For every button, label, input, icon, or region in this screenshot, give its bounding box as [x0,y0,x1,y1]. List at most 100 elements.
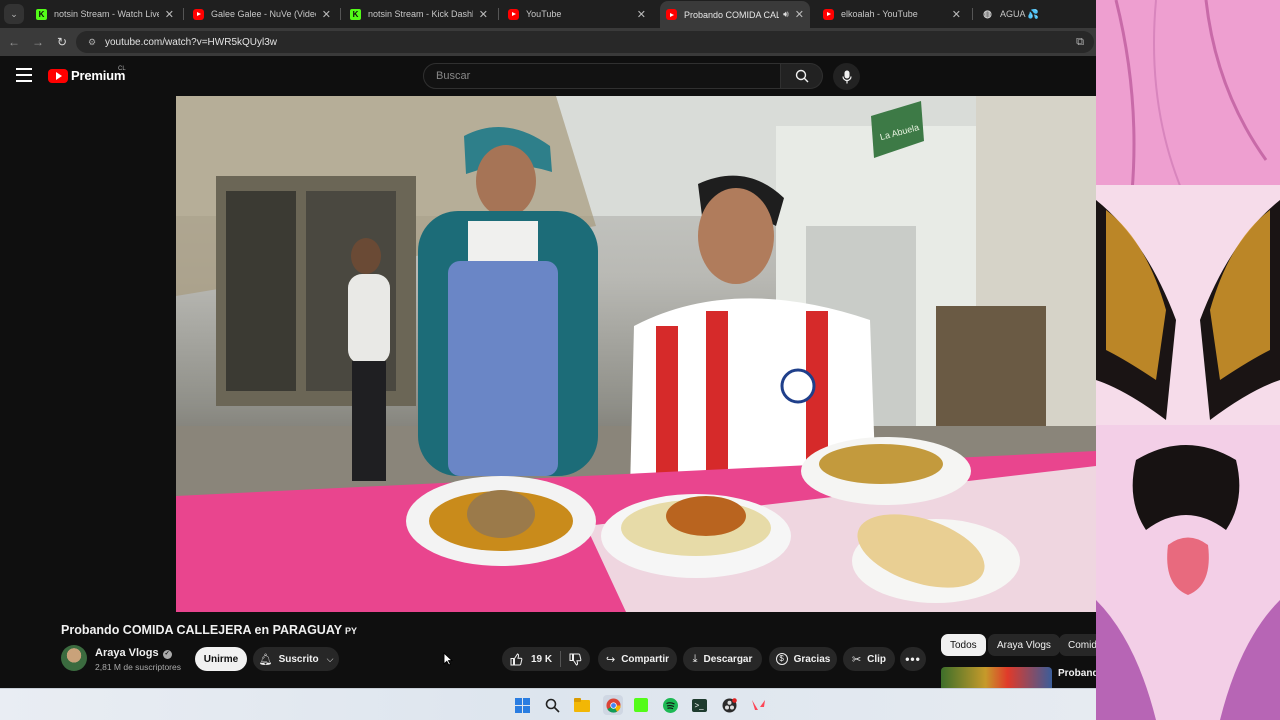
forward-arrow-icon[interactable]: → [30,34,46,50]
scissors-icon: ✂ [851,653,862,666]
subscribed-label: Suscrito [278,653,319,665]
search-placeholder: Buscar [436,70,471,82]
like-dislike-group: 19 K [502,647,590,671]
youtube-icon [193,8,204,20]
channel-avatar[interactable] [61,645,87,671]
chevron-down-icon: ⌵ [326,653,334,664]
anime-character-illustration [1096,0,1280,720]
browser-tab-title: YouTube [526,9,562,19]
share-button[interactable]: ↪ Compartir [598,647,677,671]
search-button[interactable] [781,63,823,89]
country-code: CL [118,66,126,72]
channel-name-text: Araya Vlogs [95,647,159,659]
filter-chip[interactable]: Todos [941,634,986,656]
like-count: 19 K [530,653,553,665]
browser-tab[interactable]: Galee Galee - NuVe (Video Oficial) ✕ [187,0,337,28]
tab-separator [498,8,499,20]
tab-close-icon[interactable]: ✕ [322,8,331,21]
reload-icon[interactable]: ↻ [54,34,70,50]
recommended-video-title[interactable]: Probando más BAR [1058,668,1096,680]
windows-taskbar: >_ [0,688,1096,720]
browser-tab-title: notsin Stream - Watch Live on Kick [54,9,159,19]
more-actions-button[interactable]: ••• [900,647,926,671]
video-player[interactable]: La Abuela [176,96,1096,612]
youtube-icon [823,8,834,20]
voice-search-button[interactable] [833,63,860,90]
search-icon [795,69,808,83]
thanks-button[interactable]: $ Gracias [769,647,837,671]
tab-close-icon[interactable]: ✕ [165,8,174,21]
obs-icon[interactable] [721,697,737,713]
globe-icon: ◍ [983,8,992,20]
kick-app-icon[interactable] [633,697,649,713]
browser-tab-title: elkoalah - YouTube [841,9,918,19]
filter-chip[interactable]: Araya Vlogs [988,634,1060,656]
search-icon[interactable] [544,697,560,713]
youtube-header: Premium CL Buscar [0,56,1096,96]
browser-tab-title: Galee Galee - NuVe (Video Oficial) [211,9,316,19]
tab-separator [972,8,973,20]
download-label: Descargar [703,653,753,665]
terminal-icon[interactable]: >_ [691,697,707,713]
hamburger-menu-icon[interactable] [16,68,32,82]
download-icon: ⤓ [692,652,698,665]
search-input[interactable]: Buscar [423,63,781,89]
file-explorer-icon[interactable] [574,697,590,713]
tab-close-icon[interactable]: ✕ [795,8,804,21]
spotify-icon[interactable] [662,697,678,713]
clip-label: Clip [867,653,887,665]
tab-search-chevron-icon[interactable]: ⌄ [4,4,24,24]
browser-toolbar: ← → ↻ ⚙ youtube.com/watch?v=HWR5kQUyl3w … [0,28,1096,56]
join-button[interactable]: Unirme [195,647,247,671]
youtube-play-logo-icon [48,68,68,83]
browser-tab-strip: ⌄ Knotsin Stream - Watch Live on Kick✕Ga… [0,0,1096,28]
like-divider [560,651,562,667]
tab-close-icon[interactable]: ✕ [952,8,961,21]
recommended-video-thumbnail[interactable] [941,667,1052,688]
stream-overlay-character-art [1096,0,1280,720]
browser-tab-title: Probando COMIDA CALLEJERA en PARAGUAY [684,9,780,20]
channel-name[interactable]: Araya Vlogs ✓ [95,647,172,659]
verified-check-icon: ✓ [162,650,172,659]
tab-close-icon[interactable]: ✕ [637,8,646,21]
video-title: Probando COMIDA CALLEJERA en PARAGUAY PY [61,623,357,637]
subscriber-count: 2,81 M de suscriptores [95,662,181,672]
chrome-icon[interactable] [603,695,623,715]
share-label: Compartir [621,653,669,665]
clip-button[interactable]: ✂ Clip [843,647,895,671]
video-title-text: Probando COMIDA CALLEJERA en PARAGUAY [61,623,343,637]
valorant-icon[interactable] [750,697,766,713]
browser-tab[interactable]: ◍ AGUA 💦 [976,0,1076,28]
tab-separator [340,8,341,20]
share-icon: ↪ [605,653,616,666]
download-button[interactable]: ⤓ Descargar [683,647,762,671]
thumbs-up-icon [510,652,523,665]
address-bar[interactable]: ⚙ youtube.com/watch?v=HWR5kQUyl3w ⧉ [76,31,1094,53]
tab-close-icon[interactable]: ✕ [479,8,488,21]
youtube-icon [508,8,519,20]
browser-tab-title: AGUA 💦 [1000,8,1039,19]
browser-tab[interactable]: Probando COMIDA CALLEJERA en PARAGUAY🔊︎ ✕ [660,1,810,28]
url-text: youtube.com/watch?v=HWR5kQUyl3w [105,36,278,48]
paraguay-flag-label: PY [345,626,358,636]
browser-tab[interactable]: Knotsin Stream - Watch Live on Kick ✕ [30,0,180,28]
windows-start-icon[interactable] [514,697,530,713]
like-button[interactable]: 19 K [510,652,553,666]
site-info-icon[interactable]: ⚙ [88,37,98,47]
cast-icon[interactable]: ⧉ [1076,36,1084,49]
browser-tab[interactable]: Knotsin Stream - Kick Dashboard ✕ [344,0,494,28]
kick-icon: K [36,8,47,20]
tab-separator [183,8,184,20]
browser-tab[interactable]: YouTube ✕ [502,0,652,28]
thumbs-down-icon[interactable] [569,653,582,666]
bell-icon: 🔔︎ [258,653,273,666]
browser-tab-title: notsin Stream - Kick Dashboard [368,9,473,19]
filter-chip[interactable]: Comida [1059,634,1096,656]
tab-audio-speaker-icon[interactable]: 🔊︎ [783,9,789,20]
thanks-label: Gracias [793,653,831,665]
mouse-cursor-icon [443,652,453,666]
subscribed-button[interactable]: 🔔︎ Suscrito ⌵ [253,647,339,671]
youtube-logo[interactable]: Premium [48,68,125,83]
back-arrow-icon[interactable]: ← [6,34,22,50]
browser-tab[interactable]: elkoalah - YouTube ✕ [817,0,967,28]
